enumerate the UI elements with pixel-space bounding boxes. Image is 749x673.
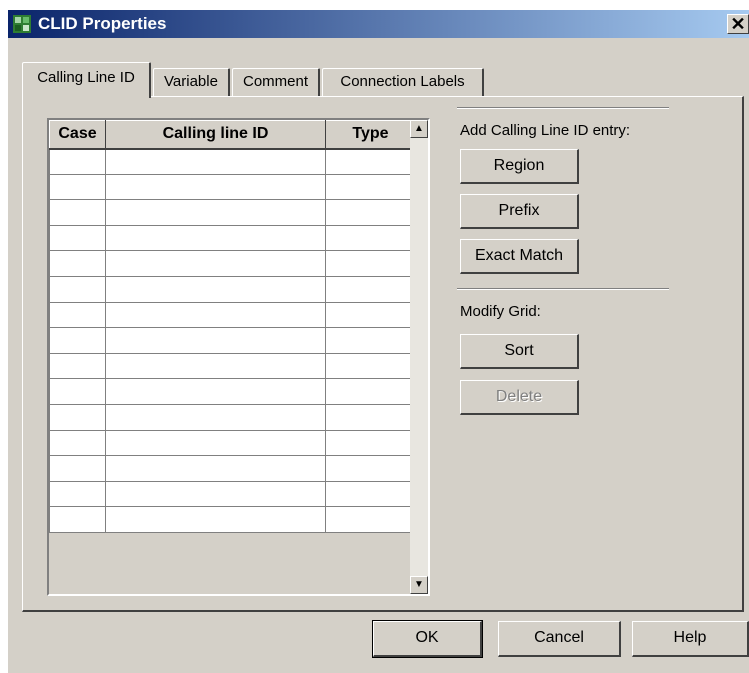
grid-cell[interactable] xyxy=(49,378,106,405)
grid-cell[interactable] xyxy=(325,455,416,482)
grid-cell[interactable] xyxy=(105,327,326,354)
grid-cell[interactable] xyxy=(105,173,326,201)
grid-cell[interactable] xyxy=(105,480,326,508)
table-row[interactable] xyxy=(49,173,416,201)
table-row[interactable] xyxy=(49,327,416,354)
tab-label: Calling Line ID xyxy=(37,69,135,86)
table-row[interactable] xyxy=(49,148,416,175)
tab-variable[interactable]: Variable xyxy=(153,68,230,96)
grid-cell[interactable] xyxy=(105,275,326,303)
tab-label: Connection Labels xyxy=(340,73,465,90)
arrow-down-icon: ▼ xyxy=(414,579,424,590)
exact-match-button[interactable]: Exact Match xyxy=(460,239,579,274)
tab-label: Comment xyxy=(242,73,309,90)
column-header-calling-line-id[interactable]: Calling line ID xyxy=(105,120,326,150)
grid-cell[interactable] xyxy=(105,352,326,380)
grid-cell[interactable] xyxy=(49,173,106,201)
cancel-button[interactable]: Cancel xyxy=(498,621,621,657)
grid-cell[interactable] xyxy=(105,301,326,329)
grid-cell[interactable] xyxy=(49,455,106,482)
grid-cell[interactable] xyxy=(105,506,326,533)
grid-cell[interactable] xyxy=(325,173,416,201)
grid-cell[interactable] xyxy=(105,199,326,226)
grid-cell[interactable] xyxy=(105,403,326,431)
grid-cell[interactable] xyxy=(49,224,106,252)
help-button[interactable]: Help xyxy=(632,621,749,657)
column-header-case[interactable]: Case xyxy=(49,120,106,150)
table-row[interactable] xyxy=(49,199,416,226)
table-row[interactable] xyxy=(49,455,416,482)
scroll-down-button[interactable]: ▼ xyxy=(410,576,428,594)
grid-cell[interactable] xyxy=(325,250,416,277)
grid-cell[interactable] xyxy=(105,224,326,252)
grid-cell[interactable] xyxy=(49,275,106,303)
add-section-divider xyxy=(457,107,669,109)
table-row[interactable] xyxy=(49,480,416,508)
grid-cell[interactable] xyxy=(49,429,106,457)
grid-cell[interactable] xyxy=(325,327,416,354)
clid-properties-dialog: CLID Properties ✕ Calling Line ID Variab… xyxy=(8,10,749,673)
modify-section-label: Modify Grid: xyxy=(460,303,541,320)
tab-calling-line-id[interactable]: Calling Line ID xyxy=(22,62,151,98)
title-bar[interactable]: CLID Properties xyxy=(8,10,749,38)
table-row[interactable] xyxy=(49,378,416,405)
grid-cell[interactable] xyxy=(49,250,106,277)
tab-connection-labels[interactable]: Connection Labels xyxy=(322,68,484,96)
window-title: CLID Properties xyxy=(38,14,167,33)
table-row[interactable] xyxy=(49,429,416,457)
grid-cell[interactable] xyxy=(325,352,416,380)
grid-cell[interactable] xyxy=(325,199,416,226)
grid-cell[interactable] xyxy=(325,506,416,533)
table-row[interactable] xyxy=(49,250,416,277)
grid-cell[interactable] xyxy=(49,301,106,329)
grid-cell[interactable] xyxy=(49,148,106,175)
table-row[interactable] xyxy=(49,352,416,380)
vertical-scrollbar[interactable]: ▲ ▼ xyxy=(410,120,428,594)
grid-cell[interactable] xyxy=(49,480,106,508)
region-button[interactable]: Region xyxy=(460,149,579,184)
grid-cell[interactable] xyxy=(49,327,106,354)
grid-body xyxy=(49,148,416,533)
grid-cell[interactable] xyxy=(49,199,106,226)
grid-cell[interactable] xyxy=(325,378,416,405)
table-row[interactable] xyxy=(49,506,416,533)
grid-table: Case Calling line ID Type xyxy=(49,120,416,533)
grid-cell[interactable] xyxy=(325,224,416,252)
close-icon: ✕ xyxy=(730,14,746,34)
grid-cell[interactable] xyxy=(325,403,416,431)
app-icon xyxy=(13,15,31,33)
prefix-button[interactable]: Prefix xyxy=(460,194,579,229)
add-section-label: Add Calling Line ID entry: xyxy=(460,122,631,139)
grid-cell[interactable] xyxy=(49,506,106,533)
grid-cell[interactable] xyxy=(105,378,326,405)
grid-cell[interactable] xyxy=(105,148,326,175)
sort-button[interactable]: Sort xyxy=(460,334,579,369)
grid-cell[interactable] xyxy=(325,275,416,303)
table-row[interactable] xyxy=(49,403,416,431)
close-button[interactable]: ✕ xyxy=(727,14,749,34)
grid-cell[interactable] xyxy=(325,301,416,329)
tab-label: Variable xyxy=(164,73,218,90)
table-row[interactable] xyxy=(49,301,416,329)
grid-cell[interactable] xyxy=(49,403,106,431)
grid-cell[interactable] xyxy=(105,455,326,482)
tab-comment[interactable]: Comment xyxy=(232,68,320,96)
table-row[interactable] xyxy=(49,224,416,252)
column-header-type[interactable]: Type xyxy=(325,120,416,150)
grid-cell[interactable] xyxy=(49,352,106,380)
ok-button[interactable]: OK xyxy=(372,620,483,658)
arrow-up-icon: ▲ xyxy=(414,123,424,134)
table-row[interactable] xyxy=(49,275,416,303)
scroll-up-button[interactable]: ▲ xyxy=(410,120,428,138)
grid-cell[interactable] xyxy=(325,480,416,508)
grid-cell[interactable] xyxy=(325,429,416,457)
grid-cell[interactable] xyxy=(105,429,326,457)
calling-line-id-grid[interactable]: Case Calling line ID Type ▲ ▼ xyxy=(47,118,430,596)
grid-cell[interactable] xyxy=(105,250,326,277)
modify-section-divider xyxy=(457,288,669,290)
grid-cell[interactable] xyxy=(325,148,416,175)
delete-button[interactable]: Delete xyxy=(460,380,579,415)
